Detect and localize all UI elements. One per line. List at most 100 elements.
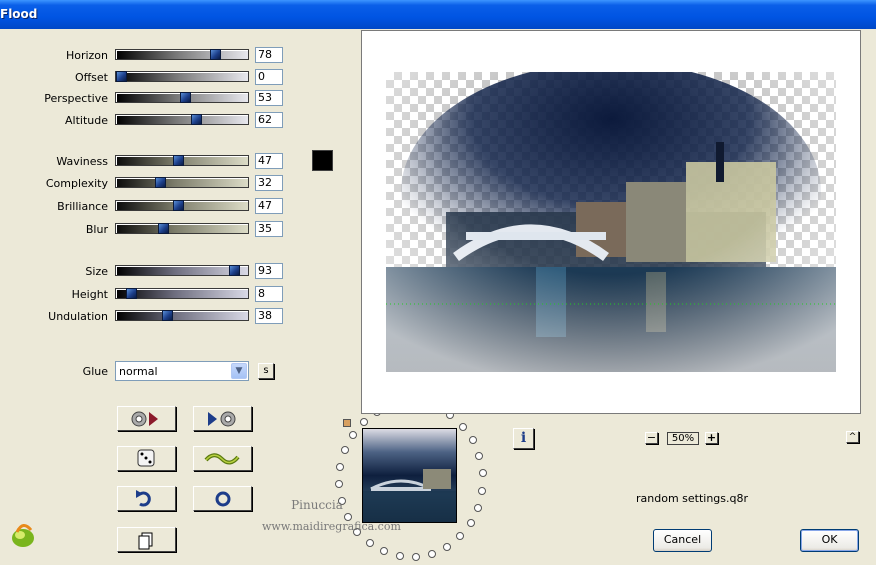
slider-brilliance[interactable]: [115, 200, 249, 211]
slider-label-size: Size: [85, 265, 108, 278]
dial-dot[interactable]: [340, 445, 349, 454]
slider-waviness[interactable]: [115, 155, 249, 166]
slider-thumb-size[interactable]: [229, 265, 240, 276]
randomize-button[interactable]: [117, 446, 176, 471]
preview-pane[interactable]: [361, 30, 861, 414]
dial-dot[interactable]: [466, 519, 475, 528]
dial-dot[interactable]: [335, 480, 344, 489]
caret-up-icon: ^: [848, 432, 857, 442]
dial-dot[interactable]: [458, 422, 467, 431]
dial-dot[interactable]: [474, 503, 483, 512]
glue-selected-value: normal: [119, 365, 158, 378]
preview-image: [386, 62, 836, 372]
dial-dot[interactable]: [380, 547, 389, 556]
dial-dot[interactable]: [365, 539, 374, 548]
slider-complexity[interactable]: [115, 177, 249, 188]
watermark-url: www.maidiregrafica.com: [262, 520, 401, 533]
color-swatch[interactable]: [312, 150, 333, 171]
thumbnail-preview[interactable]: [362, 428, 457, 523]
copy-pages-icon: [138, 532, 153, 550]
info-icon: i: [520, 430, 527, 446]
info-button[interactable]: i: [513, 428, 534, 449]
dial-dot[interactable]: [336, 462, 345, 471]
watermark-name: Pinuccia: [291, 498, 343, 512]
value-field-blur[interactable]: 35: [255, 221, 283, 237]
wave-icon: [204, 453, 240, 465]
cancel-button[interactable]: Cancel: [653, 529, 712, 552]
slider-thumb-altitude[interactable]: [191, 114, 202, 125]
glue-select[interactable]: normal ▼: [115, 361, 249, 381]
play-forward-button[interactable]: [193, 406, 252, 431]
dial-dot[interactable]: [412, 552, 421, 561]
slider-altitude[interactable]: [115, 114, 249, 125]
dial-dot[interactable]: [359, 417, 368, 426]
slider-thumb-blur[interactable]: [158, 223, 169, 234]
glue-s-button-label: s: [263, 365, 269, 376]
value-field-undulation[interactable]: 38: [255, 308, 283, 324]
slider-label-height: Height: [71, 288, 108, 301]
window-title: Flood: [0, 7, 38, 21]
slider-label-perspective: Perspective: [44, 92, 108, 105]
slider-blur[interactable]: [115, 223, 249, 234]
slider-offset[interactable]: [115, 71, 249, 82]
dial-dot[interactable]: [456, 532, 465, 541]
glue-s-button[interactable]: s: [258, 363, 274, 379]
plugin-logo: [9, 522, 37, 553]
dial-dot[interactable]: [475, 452, 484, 461]
minus-icon: −: [646, 431, 657, 444]
title-bar: Flood: [0, 0, 876, 29]
value-field-complexity[interactable]: 32: [255, 175, 283, 191]
thumbnail-navigator[interactable]: [343, 419, 356, 428]
dial-dot[interactable]: [468, 436, 477, 445]
anchor-handle-icon[interactable]: [343, 419, 351, 427]
undo-icon: [136, 490, 151, 507]
slider-thumb-waviness[interactable]: [173, 155, 184, 166]
slider-thumb-complexity[interactable]: [155, 177, 166, 188]
collapse-button[interactable]: ^: [846, 431, 859, 443]
wave-button[interactable]: [193, 446, 252, 471]
ok-button-label: OK: [821, 533, 838, 546]
undo-button[interactable]: [117, 486, 176, 511]
value-field-waviness[interactable]: 47: [255, 153, 283, 169]
value-field-brilliance[interactable]: 47: [255, 198, 283, 214]
zoom-out-button[interactable]: −: [645, 432, 658, 444]
slider-label-complexity: Complexity: [45, 177, 108, 190]
slider-undulation[interactable]: [115, 310, 249, 321]
slider-thumb-undulation[interactable]: [162, 310, 173, 321]
slider-thumb-horizon[interactable]: [210, 49, 221, 60]
slider-horizon[interactable]: [115, 49, 249, 60]
value-field-altitude[interactable]: 62: [255, 112, 283, 128]
glue-label: Glue: [82, 365, 108, 378]
dial-dot[interactable]: [478, 486, 487, 495]
copy-button[interactable]: [117, 527, 176, 552]
slider-size[interactable]: [115, 265, 249, 276]
zoom-value: 50%: [671, 433, 695, 444]
slider-perspective[interactable]: [115, 92, 249, 103]
slider-thumb-offset[interactable]: [116, 71, 127, 82]
dial-dot[interactable]: [478, 469, 487, 478]
zoom-in-button[interactable]: +: [705, 432, 718, 444]
slider-label-horizon: Horizon: [65, 49, 108, 62]
slider-thumb-height[interactable]: [126, 288, 137, 299]
value-field-height[interactable]: 8: [255, 286, 283, 302]
dice-icon: [137, 449, 155, 467]
slider-thumb-perspective[interactable]: [180, 92, 191, 103]
value-field-perspective[interactable]: 53: [255, 90, 283, 106]
chevron-down-icon[interactable]: ▼: [231, 363, 247, 379]
value-field-horizon[interactable]: 78: [255, 47, 283, 63]
slider-height[interactable]: [115, 288, 249, 299]
play-backward-button[interactable]: [117, 406, 176, 431]
dial-dot[interactable]: [443, 542, 451, 551]
dial-dot[interactable]: [348, 430, 357, 439]
slider-thumb-brilliance[interactable]: [173, 200, 184, 211]
dial-dot[interactable]: [428, 549, 437, 558]
reset-button[interactable]: [193, 486, 252, 511]
settings-filename: random settings.q8r: [636, 492, 749, 505]
slider-label-blur: Blur: [85, 223, 108, 236]
dial-dot[interactable]: [395, 552, 404, 561]
flood-render: [386, 62, 836, 372]
value-field-size[interactable]: 93: [255, 263, 283, 279]
value-field-offset[interactable]: 0: [255, 69, 283, 85]
ok-button[interactable]: OK: [800, 529, 859, 552]
slider-label-undulation: Undulation: [48, 310, 108, 323]
